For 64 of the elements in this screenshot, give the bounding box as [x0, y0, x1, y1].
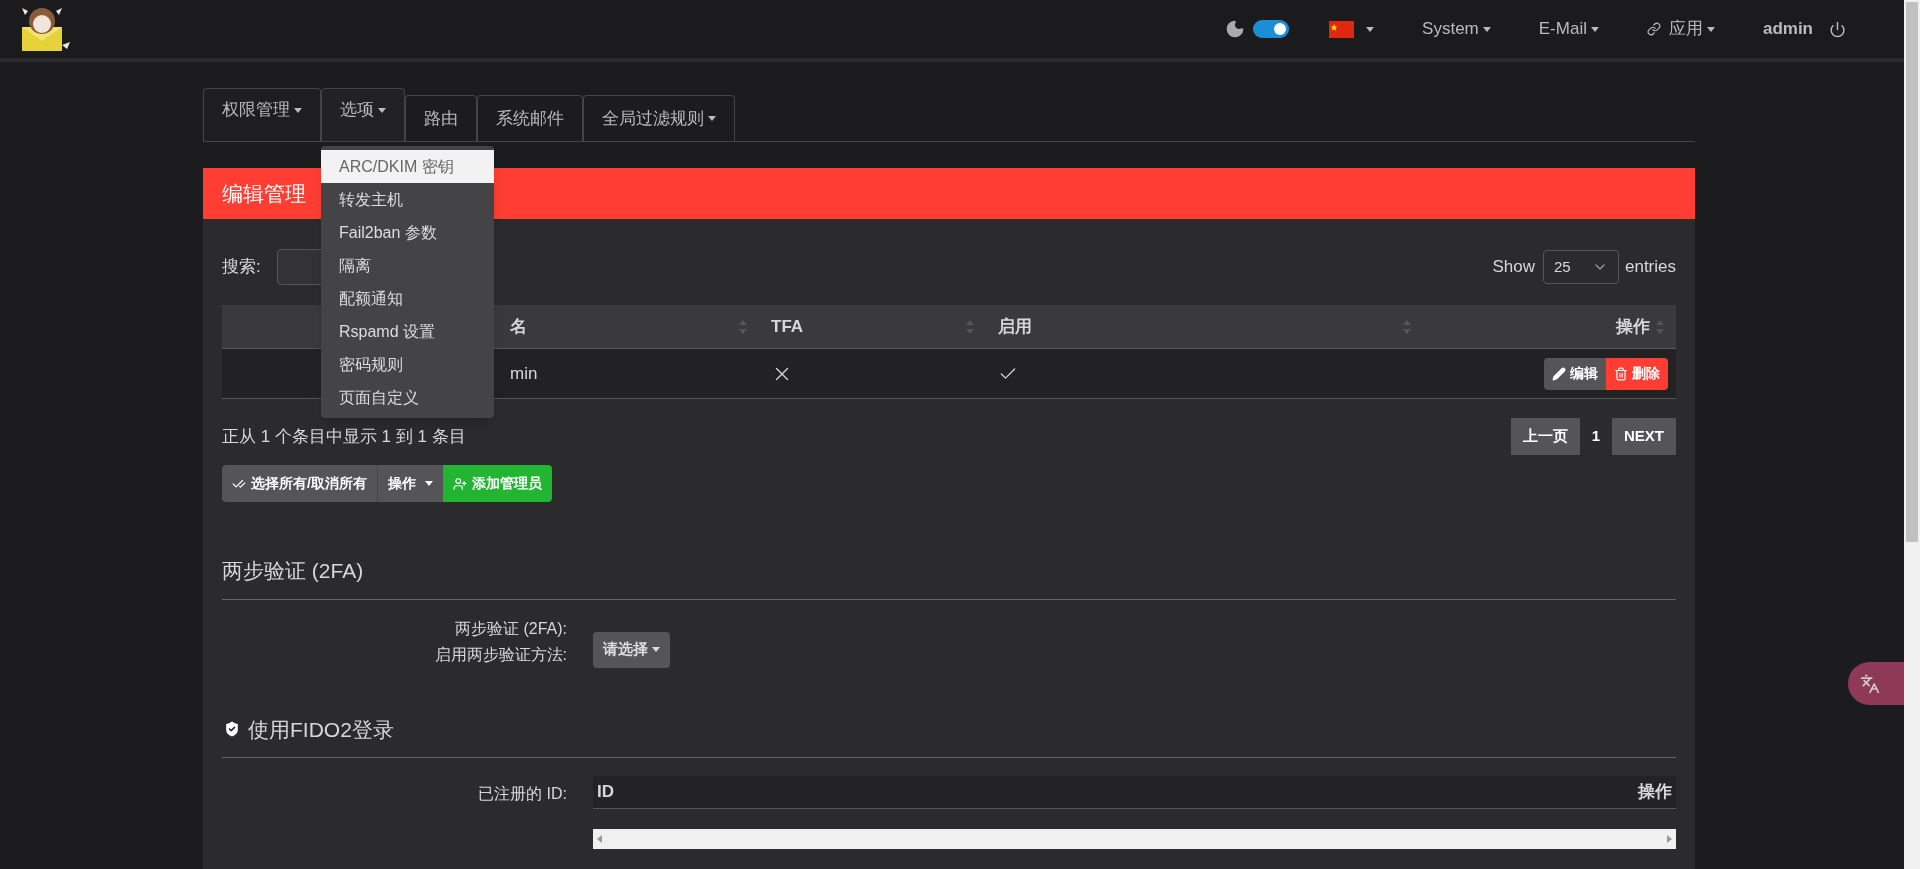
tab[interactable]: 路由: [405, 95, 477, 141]
column-header[interactable]: 名: [510, 313, 527, 340]
tab[interactable]: 选项: [321, 88, 405, 141]
pencil-icon: [1552, 366, 1566, 381]
caret-icon: [1590, 26, 1599, 32]
menu-item[interactable]: 密码规则: [321, 348, 494, 381]
menu-item[interactable]: ARC/DKIM 密钥: [321, 150, 494, 183]
nav-menu[interactable]: E-Mail: [1538, 16, 1599, 42]
menu-item[interactable]: 隔离: [321, 249, 494, 282]
prev-page-button[interactable]: 上一页: [1510, 418, 1580, 455]
page-scrollbar[interactable]: [1904, 0, 1920, 869]
theme-toggle[interactable]: [1253, 20, 1290, 38]
caret-icon: [1482, 26, 1491, 32]
menu-item[interactable]: Fail2ban 参数: [321, 216, 494, 249]
entries-label: entries: [1624, 256, 1676, 279]
search-label: 搜索:: [222, 256, 261, 279]
flag-icon: [1329, 20, 1355, 38]
actions-menu-button[interactable]: 操作: [376, 465, 443, 502]
column-header: 操作: [1638, 781, 1672, 804]
edit-button[interactable]: 编辑: [1544, 357, 1606, 390]
sort-icon: [1656, 318, 1664, 335]
method-select[interactable]: 请选择: [593, 631, 670, 668]
section-heading: 两步验证 (2FA): [222, 559, 364, 582]
user-plus-icon: [452, 476, 467, 491]
column-header: ID: [597, 781, 614, 804]
power-icon[interactable]: [1829, 20, 1846, 38]
user-name[interactable]: admin: [1762, 16, 1813, 42]
select-all-button[interactable]: 选择所有/取消所有: [222, 465, 377, 502]
sort-icon: [739, 318, 747, 335]
trash-icon: [1614, 366, 1628, 381]
column-header[interactable]: 启用: [998, 313, 1032, 340]
form-label: 启用两步验证方法:: [434, 644, 567, 665]
tab[interactable]: 权限管理: [203, 88, 321, 141]
caret-icon: [1366, 26, 1375, 32]
form-label: 已注册的 ID:: [478, 784, 567, 804]
moon-icon: [1225, 19, 1246, 39]
nav-menu[interactable]: 应用: [1646, 16, 1715, 42]
translate-button[interactable]: [1848, 662, 1904, 705]
caret-icon: [652, 647, 660, 652]
menu-item[interactable]: 页面自定义: [321, 381, 494, 414]
menu-item[interactable]: 配额通知: [321, 282, 494, 315]
caret-icon: [424, 481, 433, 486]
translate-icon: [1860, 673, 1880, 694]
language-menu[interactable]: [1329, 20, 1375, 38]
caret-icon: [1706, 26, 1715, 32]
tab[interactable]: 系统邮件: [477, 95, 583, 141]
table-info: 正从 1 个条目中显示 1 到 1 条目: [222, 425, 466, 448]
form-label: 两步验证 (2FA):: [455, 618, 567, 639]
column-header[interactable]: TFA: [771, 313, 804, 340]
tab[interactable]: 全局过滤规则: [583, 95, 735, 141]
next-page-button[interactable]: NEXT: [1612, 418, 1676, 455]
section-heading: 使用FIDO2登录: [248, 716, 394, 743]
show-label: Show: [1492, 256, 1535, 279]
sort-icon: [966, 318, 974, 335]
table-cell: min: [510, 363, 538, 383]
panel-title: 编辑管理: [222, 180, 306, 207]
column-header[interactable]: 操作: [1616, 313, 1650, 340]
menu-item[interactable]: 转发主机: [321, 183, 494, 216]
page-length-select[interactable]: 25: [1542, 250, 1619, 284]
nav-menu[interactable]: System: [1422, 16, 1491, 42]
menu-item[interactable]: Rspamd 设置: [321, 315, 494, 348]
sort-icon: [1403, 318, 1411, 335]
delete-button[interactable]: 删除: [1606, 357, 1668, 390]
link-icon: [1646, 22, 1661, 36]
